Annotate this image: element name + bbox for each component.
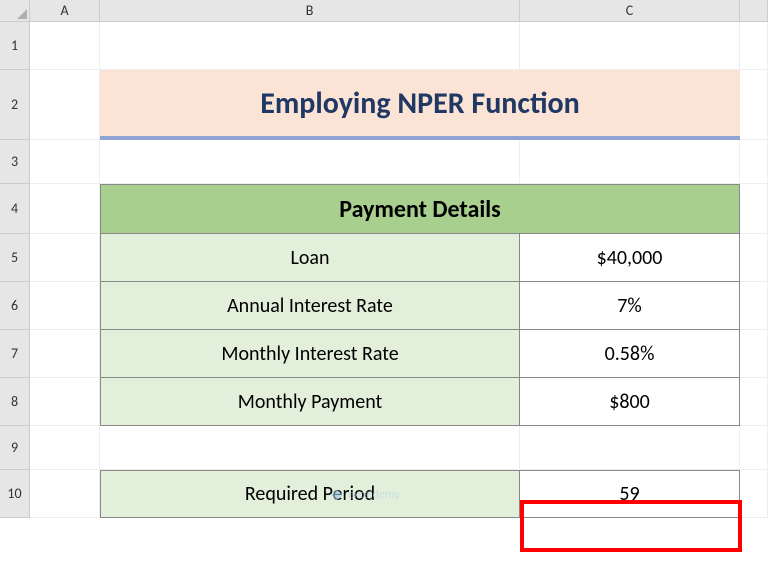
cell-A2[interactable] [30, 70, 100, 140]
cell-D4[interactable] [740, 184, 768, 234]
row-header-4[interactable]: 4 [0, 184, 30, 234]
cell-B1[interactable] [100, 22, 520, 70]
cell-D1[interactable] [740, 22, 768, 70]
cell-C3[interactable] [520, 140, 740, 184]
label-required-period[interactable]: Required Period [100, 470, 520, 518]
value-required-period[interactable]: 59 [520, 470, 740, 518]
page-title[interactable]: Employing NPER Function [100, 70, 740, 140]
value-monthly-payment[interactable]: $800 [520, 378, 740, 426]
col-header-C[interactable]: C [520, 0, 740, 22]
row-header-9[interactable]: 9 [0, 426, 30, 470]
cell-A10[interactable] [30, 470, 100, 518]
col-header-B[interactable]: B [100, 0, 520, 22]
table-header[interactable]: Payment Details [100, 184, 740, 234]
row-header-7[interactable]: 7 [0, 330, 30, 378]
cell-D6[interactable] [740, 282, 768, 330]
row-header-2[interactable]: 2 [0, 70, 30, 140]
row-header-3[interactable]: 3 [0, 140, 30, 184]
cell-A8[interactable] [30, 378, 100, 426]
cell-D5[interactable] [740, 234, 768, 282]
cell-B9[interactable] [100, 426, 520, 470]
spreadsheet-grid: A B C 1 2 Employing NPER Function 3 4 Pa… [0, 0, 768, 518]
watermark-text: exceldemy [348, 488, 400, 502]
cell-D10[interactable] [740, 470, 768, 518]
row-header-6[interactable]: 6 [0, 282, 30, 330]
label-monthly-payment[interactable]: Monthly Payment [100, 378, 520, 426]
value-monthly-rate[interactable]: 0.58% [520, 330, 740, 378]
cell-A1[interactable] [30, 22, 100, 70]
row-header-8[interactable]: 8 [0, 378, 30, 426]
cell-A9[interactable] [30, 426, 100, 470]
cell-D8[interactable] [740, 378, 768, 426]
cell-A4[interactable] [30, 184, 100, 234]
label-loan[interactable]: Loan [100, 234, 520, 282]
value-annual-rate[interactable]: 7% [520, 282, 740, 330]
row-header-1[interactable]: 1 [0, 22, 30, 70]
cell-A6[interactable] [30, 282, 100, 330]
cell-D2[interactable] [740, 70, 768, 140]
select-all-corner[interactable] [0, 0, 30, 22]
cell-D7[interactable] [740, 330, 768, 378]
cell-A5[interactable] [30, 234, 100, 282]
value-loan[interactable]: $40,000 [520, 234, 740, 282]
cell-B3[interactable] [100, 140, 520, 184]
label-monthly-rate[interactable]: Monthly Interest Rate [100, 330, 520, 378]
col-header-A[interactable]: A [30, 0, 100, 22]
row-header-10[interactable]: 10 [0, 470, 30, 518]
cell-A3[interactable] [30, 140, 100, 184]
cell-C9[interactable] [520, 426, 740, 470]
row-header-5[interactable]: 5 [0, 234, 30, 282]
watermark-icon [330, 488, 344, 502]
label-annual-rate[interactable]: Annual Interest Rate [100, 282, 520, 330]
cell-D3[interactable] [740, 140, 768, 184]
cell-D9[interactable] [740, 426, 768, 470]
col-header-D[interactable] [740, 0, 768, 22]
cell-A7[interactable] [30, 330, 100, 378]
watermark: exceldemy [330, 488, 400, 502]
cell-C1[interactable] [520, 22, 740, 70]
